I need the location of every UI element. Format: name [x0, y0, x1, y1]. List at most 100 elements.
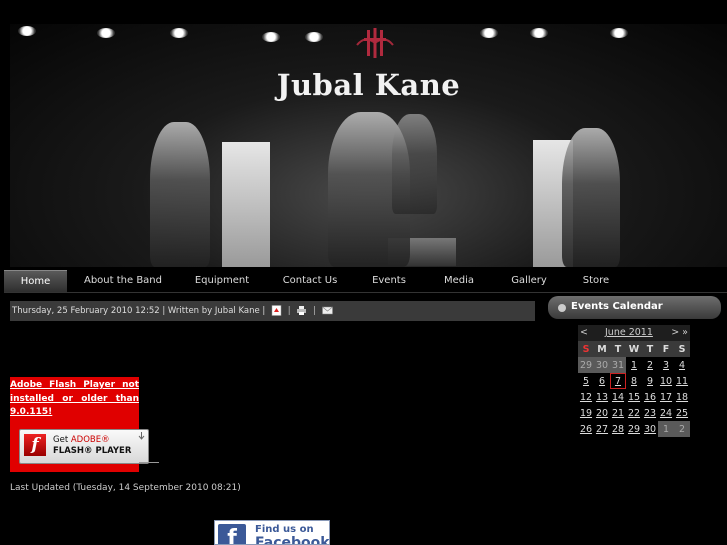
calendar-weekday: T [610, 341, 626, 357]
calendar-days: 29 30 31 1 2 3 4 5 6 7 8 9 10 11 12 13 14 15 16 17 18 19 20 21 2… [578, 357, 690, 437]
calendar-day[interactable]: 13 [594, 389, 610, 405]
calendar-day: 1 [658, 421, 674, 437]
calendar-day[interactable]: 27 [594, 421, 610, 437]
download-icon [138, 432, 145, 440]
meta-separator: | [312, 306, 316, 316]
facebook-badge[interactable]: f Find us on Facebook [214, 520, 330, 545]
events-calendar-header: Events Calendar [548, 296, 721, 319]
calendar-day[interactable]: 25 [674, 405, 690, 421]
get-flash-player-button[interactable]: f Get ADOBE® FLASH® PLAYER [19, 429, 149, 464]
calendar-weekday: T [642, 341, 658, 357]
nav-item-contact-us[interactable]: Contact Us [277, 270, 343, 292]
calendar-day[interactable]: 10 [658, 373, 674, 389]
calendar-weekday: F [658, 341, 674, 357]
meta-separator: | [287, 306, 291, 316]
calendar-prev-button[interactable]: < [580, 327, 588, 338]
flash-button-line2: FLASH® PLAYER [53, 446, 132, 456]
calendar-day[interactable]: 5 [578, 373, 594, 389]
stage-light [18, 26, 36, 36]
calendar-day[interactable]: 24 [658, 405, 674, 421]
calendar-day[interactable]: 8 [626, 373, 642, 389]
stage-light [530, 28, 548, 38]
nav-item-store[interactable]: Store [578, 270, 614, 292]
calendar-day[interactable]: 12 [578, 389, 594, 405]
last-updated: Last Updated (Tuesday, 14 September 2010… [10, 483, 241, 493]
calendar-day[interactable]: 4 [674, 357, 690, 373]
calendar-week: 19 20 21 22 23 24 25 [578, 405, 690, 421]
calendar-grid: SMTWTFS 29 30 31 1 2 3 4 5 6 7 8 9 10 11 12 13 14 15 16 17 1… [578, 341, 690, 437]
calendar-week: 26 27 28 29 30 1 2 [578, 421, 690, 437]
events-calendar: < June 2011 > » SMTWTFS 29 30 31 1 2 3 4 5 6 7 8 9 1… [578, 325, 690, 437]
calendar-day[interactable]: 30 [642, 421, 658, 437]
main-nav: Home About the Band Equipment Contact Us… [4, 270, 727, 292]
calendar-weekdays: SMTWTFS [578, 341, 690, 357]
calendar-day[interactable]: 28 [610, 421, 626, 437]
band-member [562, 128, 620, 267]
calendar-day[interactable]: 1 [626, 357, 642, 373]
drummer [392, 114, 437, 214]
calendar-day[interactable]: 15 [626, 389, 642, 405]
nav-item-events[interactable]: Events [367, 270, 411, 292]
events-calendar-title: Events Calendar [571, 301, 663, 312]
email-icon[interactable] [321, 305, 333, 316]
calendar-day: 2 [674, 421, 690, 437]
calendar-day[interactable]: 16 [642, 389, 658, 405]
facebook-badge-line1: Find us on [255, 524, 314, 535]
calendar-day[interactable]: 23 [642, 405, 658, 421]
nav-item-equipment[interactable]: Equipment [187, 270, 257, 292]
calendar-weekday: S [578, 341, 594, 357]
calendar-next-button[interactable]: > » [671, 327, 688, 338]
nav-item-media[interactable]: Media [438, 270, 480, 292]
calendar-week: 12 13 14 15 16 17 18 [578, 389, 690, 405]
calendar-day: 30 [594, 357, 610, 373]
calendar-day: 31 [610, 357, 626, 373]
stage-light [610, 28, 628, 38]
calendar-day[interactable]: 22 [626, 405, 642, 421]
nav-item-gallery[interactable]: Gallery [506, 270, 552, 292]
band-logo-icon [356, 28, 394, 58]
flash-player-icon: f [24, 434, 46, 456]
calendar-day[interactable]: 6 [594, 373, 610, 389]
divider [139, 462, 159, 463]
nav-item-about-the-band[interactable]: About the Band [83, 270, 163, 292]
article-meta-text: Thursday, 25 February 2010 12:52 | Writt… [12, 306, 266, 316]
stage-light [262, 32, 280, 42]
calendar-week: 29 30 31 1 2 3 4 [578, 357, 690, 373]
stage-light [305, 32, 323, 42]
header-banner: Jubal Kane [10, 24, 727, 267]
calendar-month[interactable]: June 2011 [605, 327, 653, 338]
flash-button-line1: Get ADOBE® [53, 435, 110, 445]
calendar-nav: < June 2011 > » [578, 325, 690, 341]
bullet-icon [558, 304, 566, 312]
stage-light [170, 28, 188, 38]
calendar-day[interactable]: 19 [578, 405, 594, 421]
facebook-icon: f [218, 524, 246, 544]
band-member [150, 122, 210, 267]
amplifier [222, 142, 270, 267]
calendar-day[interactable]: 26 [578, 421, 594, 437]
stage-light [97, 28, 115, 38]
pdf-icon[interactable] [271, 305, 282, 316]
flash-notice-link[interactable]: Adobe Flash Player not installed or olde… [10, 379, 139, 420]
calendar-weekday: M [594, 341, 610, 357]
calendar-weekday: W [626, 341, 642, 357]
calendar-week: 5 6 7 8 9 10 11 [578, 373, 690, 389]
calendar-day[interactable]: 20 [594, 405, 610, 421]
calendar-day[interactable]: 18 [674, 389, 690, 405]
calendar-day[interactable]: 29 [626, 421, 642, 437]
stage-light [480, 28, 498, 38]
print-icon[interactable] [296, 305, 307, 316]
calendar-day[interactable]: 21 [610, 405, 626, 421]
calendar-weekday: S [674, 341, 690, 357]
calendar-day[interactable]: 2 [642, 357, 658, 373]
calendar-day[interactable]: 11 [674, 373, 690, 389]
calendar-day[interactable]: 17 [658, 389, 674, 405]
calendar-day: 29 [578, 357, 594, 373]
band-name: Jubal Kane [276, 68, 461, 102]
facebook-badge-line2: Facebook [255, 535, 330, 545]
calendar-day[interactable]: 9 [642, 373, 658, 389]
calendar-day-today[interactable]: 7 [610, 373, 626, 389]
nav-item-home[interactable]: Home [4, 270, 67, 292]
calendar-day[interactable]: 3 [658, 357, 674, 373]
calendar-day[interactable]: 14 [610, 389, 626, 405]
